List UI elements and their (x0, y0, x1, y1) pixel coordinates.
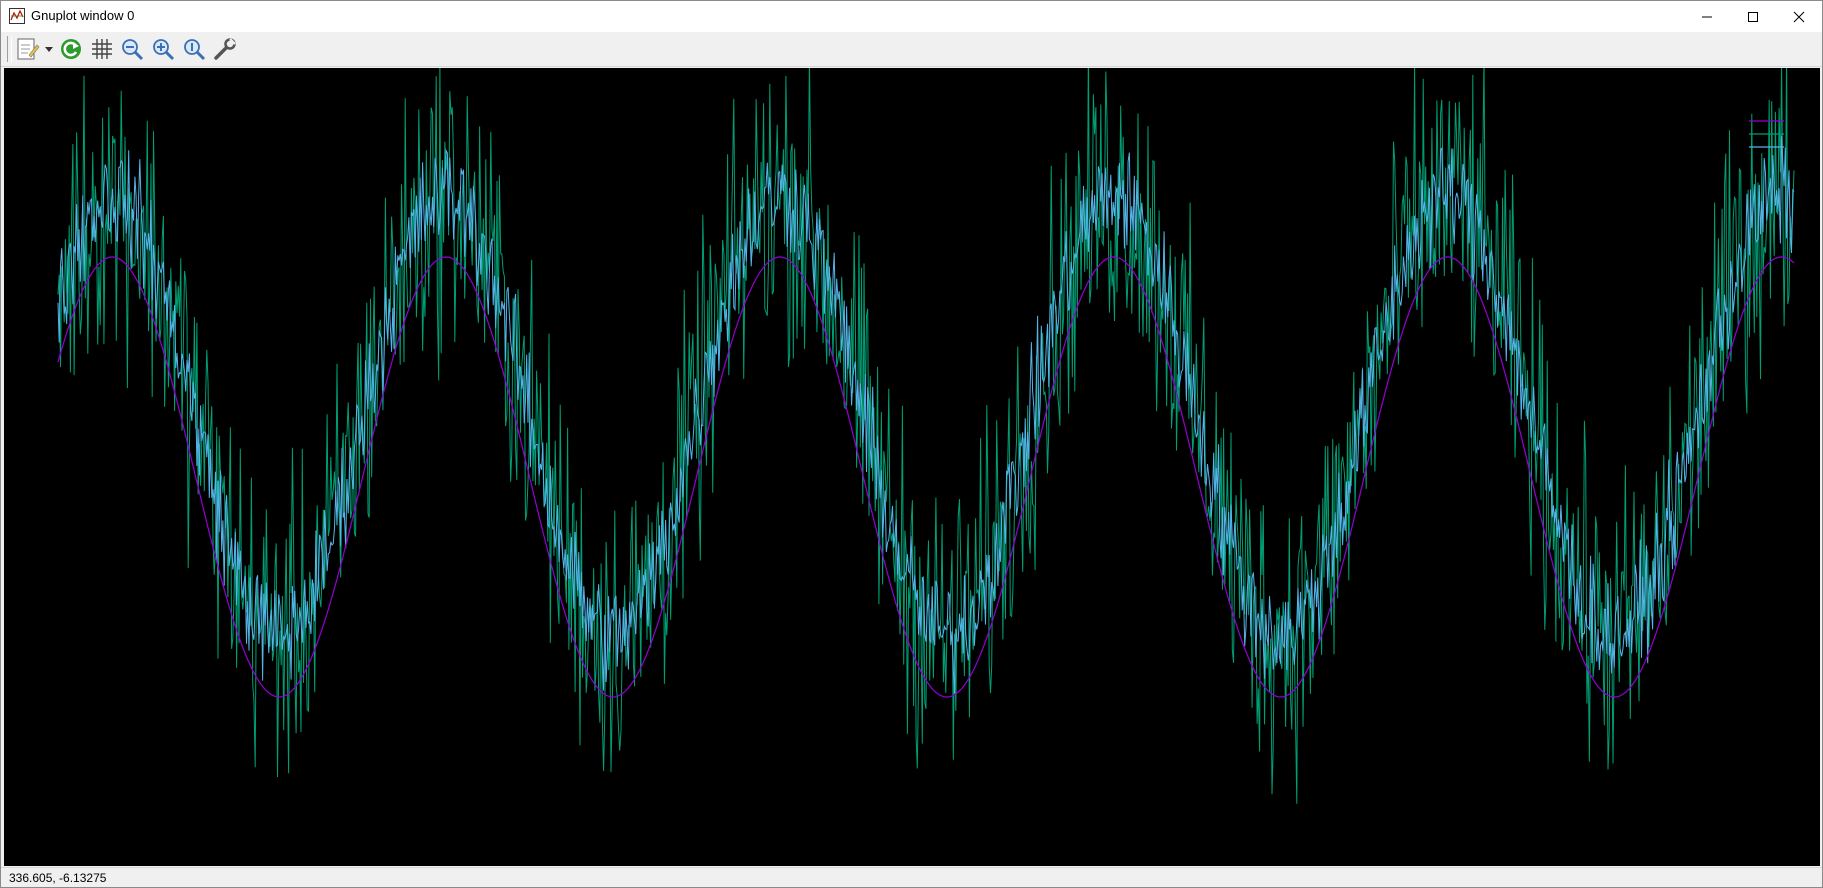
grid-icon (92, 39, 112, 59)
maximize-button[interactable] (1730, 1, 1776, 32)
maximize-icon (1748, 11, 1758, 22)
zoom-in-icon (153, 39, 175, 61)
copy-print-menu-button[interactable] (15, 36, 55, 62)
zoom-reset-icon (184, 39, 206, 61)
options-button[interactable] (212, 36, 238, 62)
toolbar (1, 32, 1822, 67)
zoom-out-icon (122, 39, 144, 61)
grid-button[interactable] (89, 36, 115, 62)
series-line-2 (57, 68, 1795, 804)
status-bar: 336.605, -6.13275 (1, 867, 1822, 887)
minimize-button[interactable] (1684, 1, 1730, 32)
plot-area[interactable] (4, 68, 1820, 866)
zoom-reset-button[interactable] (181, 36, 207, 62)
plot-canvas[interactable] (4, 68, 1820, 866)
mouse-coordinates: 336.605, -6.13275 (9, 871, 107, 885)
minimize-icon (1702, 16, 1712, 17)
close-icon (1793, 11, 1805, 22)
zoom-in-button[interactable] (150, 36, 176, 62)
title-bar[interactable]: Gnuplot window 0 (1, 1, 1822, 32)
gnuplot-app-icon (9, 8, 25, 24)
window-title: Gnuplot window 0 (31, 8, 135, 23)
close-button[interactable] (1776, 1, 1822, 32)
copy-print-menu-icon (17, 38, 53, 60)
toolbar-grip[interactable] (7, 36, 12, 62)
gnuplot-window: Gnuplot window 0 336.605, -6.13275 (0, 0, 1823, 888)
replot-button[interactable] (58, 36, 84, 62)
options-wrench-icon (214, 38, 236, 60)
replot-icon (61, 39, 81, 59)
zoom-out-button[interactable] (119, 36, 145, 62)
